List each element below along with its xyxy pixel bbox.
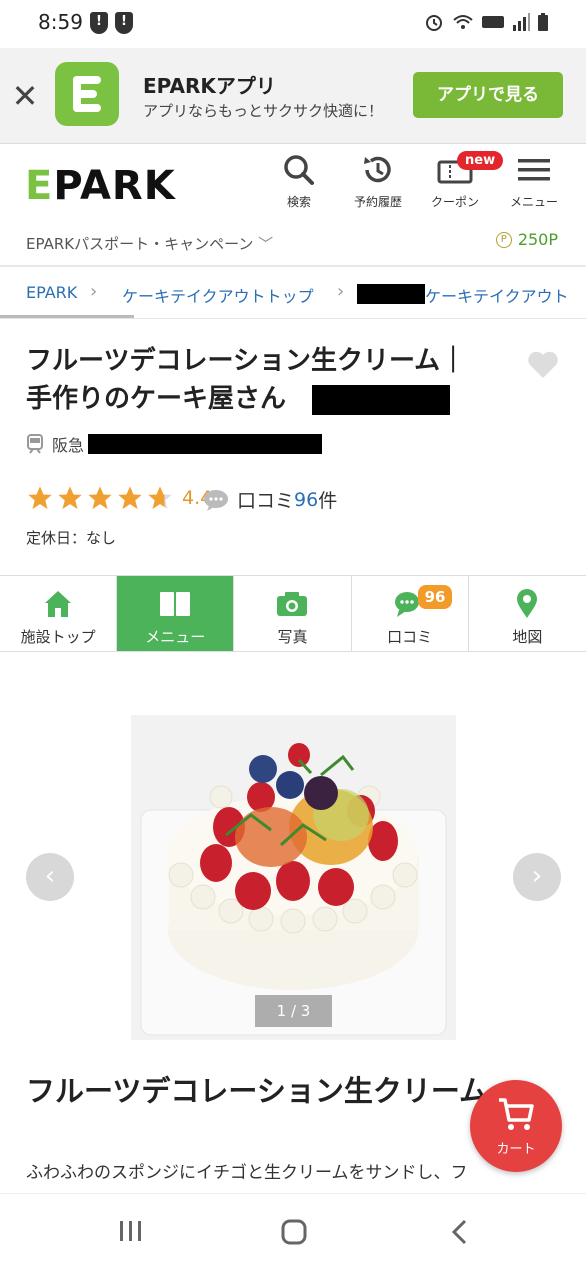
close-icon[interactable]: ✕: [10, 76, 40, 116]
wifi-icon: [453, 15, 473, 29]
passport-label: EPARKパスポート・キャンペーン: [26, 235, 254, 253]
nav-history-label: 予約履歴: [353, 195, 402, 209]
redacted-area: [312, 385, 450, 415]
star-icon: [118, 486, 142, 510]
station-prefix: 阪急: [52, 436, 85, 455]
nav-search[interactable]: 検索: [259, 153, 339, 210]
heart-icon: [528, 351, 558, 378]
star-icon: [58, 486, 82, 510]
tab-map-label: 地図: [512, 628, 543, 646]
logo-rest: PARK: [53, 163, 176, 209]
back-icon[interactable]: [448, 1218, 472, 1246]
cart-button[interactable]: カート: [470, 1080, 562, 1172]
home-button-icon[interactable]: [280, 1218, 308, 1246]
image-counter: 1 / 3: [255, 995, 332, 1027]
breadcrumb-scrollbar: [0, 315, 134, 318]
hamburger-icon: [518, 159, 550, 181]
battery-icon: [538, 13, 548, 31]
nav-search-label: 検索: [286, 195, 311, 209]
speech-bubble-icon: [204, 489, 228, 511]
tab-review-label: 口コミ: [387, 628, 433, 646]
tab-top-label: 施設トップ: [20, 628, 96, 646]
redacted-area: [88, 434, 322, 454]
tab-review[interactable]: 96 口コミ: [351, 576, 469, 651]
volte-icon: [482, 16, 504, 28]
review-count: 96: [294, 488, 319, 511]
status-icons: [424, 12, 548, 32]
chevron-right-icon: ›: [90, 281, 98, 302]
review-suffix: 件: [318, 490, 338, 512]
star-icon: [28, 486, 52, 510]
tab-menu-label: メニュー: [145, 628, 206, 646]
app-install-banner: ✕ EPARKアプリ アプリならもっとサクサク快適に！ アプリで見る: [0, 48, 586, 144]
shop-name-line1: フルーツデコレーション生クリーム｜: [26, 346, 467, 376]
review-link[interactable]: 口コミ 96 件: [203, 486, 337, 513]
nav-history[interactable]: 予約履歴: [338, 153, 418, 210]
shop-tabs: 施設トップ メニュー 写真 96 口コミ 地図: [0, 575, 586, 652]
chevron-down-icon: ﹀: [258, 235, 274, 253]
cart-icon: [499, 1098, 534, 1130]
banner-title: EPARKアプリ: [143, 74, 276, 98]
star-icon: [88, 486, 112, 510]
points-value: 250P: [517, 230, 558, 249]
home-icon: [45, 591, 72, 617]
tab-photo-label: 写真: [277, 628, 308, 646]
passport-campaign-link[interactable]: EPARKパスポート・キャンペーン ﹀: [26, 233, 273, 254]
breadcrumb-epark[interactable]: EPARK: [26, 283, 77, 302]
tab-photo[interactable]: 写真: [234, 576, 352, 651]
nav-menu-label: メニュー: [509, 195, 558, 209]
cake-image: [131, 715, 456, 1040]
station-info: 阪急: [26, 432, 84, 456]
signal-icon: [513, 13, 530, 31]
site-header: EPARK 検索 予約履歴 new クーポン メニュー EPARKパスポート・キ…: [0, 145, 586, 267]
map-pin-icon: [517, 589, 538, 618]
carousel-next-button[interactable]: ›: [513, 853, 561, 901]
banner-subtitle: アプリならもっとサクサク快適に！: [143, 102, 384, 120]
rating: 4.4: [26, 484, 212, 512]
status-bar: 8:59 ! !: [0, 0, 586, 48]
camera-icon: [277, 592, 308, 616]
breadcrumb: EPARK › ケーキテイクアウトトップ › ケーキテイクアウト: [0, 269, 586, 319]
breadcrumb-cake-top[interactable]: ケーキテイクアウトトップ: [122, 283, 314, 307]
redacted-area: [357, 284, 425, 304]
product-image[interactable]: [131, 715, 456, 1040]
epark-app-logo: [55, 62, 119, 126]
carousel-prev-button[interactable]: ‹: [26, 853, 74, 901]
search-icon: [284, 155, 314, 185]
shield-icon: !: [90, 12, 108, 34]
points-balance[interactable]: P 250P: [495, 230, 558, 249]
breadcrumb-area-cake[interactable]: ケーキテイクアウト: [425, 283, 569, 307]
nav-coupon-label: クーポン: [430, 195, 479, 209]
closed-days: 定休日：なし: [26, 529, 117, 547]
alarm-icon: [426, 15, 442, 31]
favorite-button[interactable]: [526, 350, 560, 384]
point-coin-icon: P: [495, 231, 512, 248]
review-prefix: 口コミ: [237, 490, 295, 512]
history-icon: [364, 156, 391, 183]
tab-menu[interactable]: メニュー: [117, 576, 235, 651]
cart-label: カート: [496, 1142, 536, 1157]
open-app-button[interactable]: アプリで見る: [413, 72, 563, 118]
tab-map[interactable]: 地図: [468, 576, 586, 651]
tab-top[interactable]: 施設トップ: [0, 576, 118, 651]
train-icon: [27, 434, 43, 454]
status-time: 8:59: [38, 10, 83, 34]
system-nav-bar: [0, 1193, 586, 1271]
epark-logo[interactable]: EPARK: [25, 163, 176, 209]
nav-coupon[interactable]: new クーポン: [415, 151, 504, 210]
shield-icon: !: [115, 12, 133, 34]
book-icon: [160, 592, 191, 616]
chevron-right-icon: ›: [337, 281, 345, 302]
product-description: ふわふわのスポンジにイチゴと生クリームをサンドし、フ: [26, 1163, 468, 1183]
nav-menu[interactable]: メニュー: [494, 153, 574, 210]
star-half-icon: [148, 486, 172, 510]
review-count-badge: 96: [417, 585, 453, 609]
recent-apps-icon[interactable]: [118, 1218, 144, 1244]
